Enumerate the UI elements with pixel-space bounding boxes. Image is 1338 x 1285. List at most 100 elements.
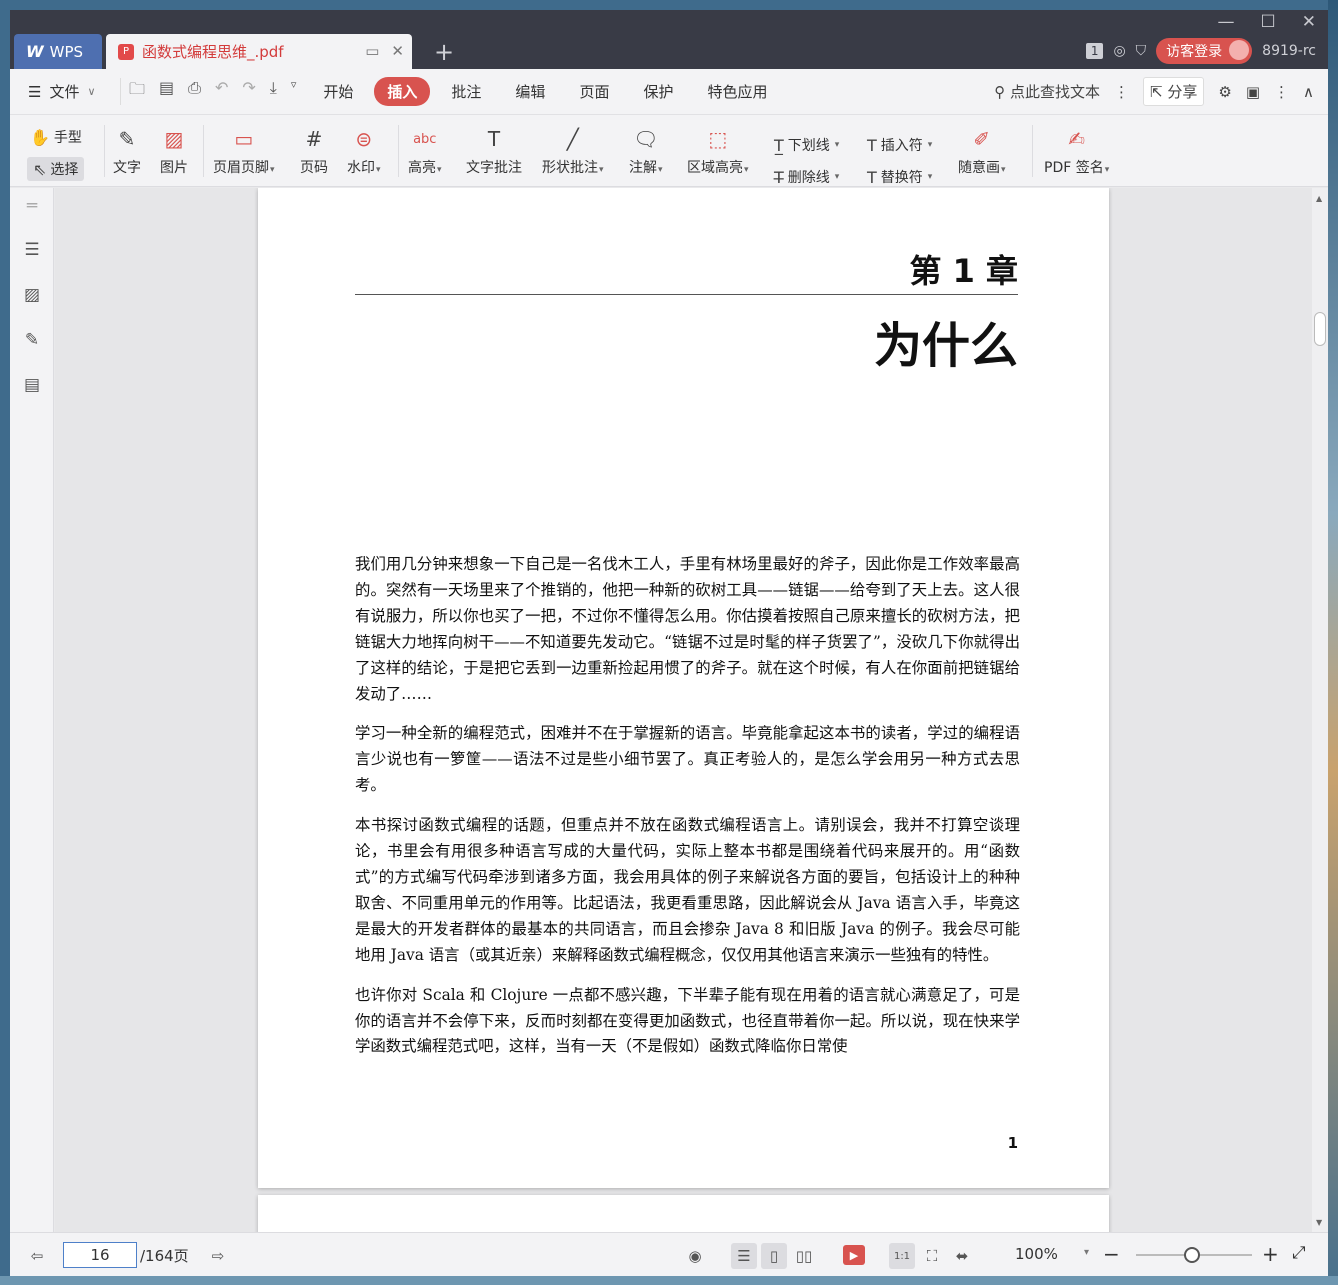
tab-protect[interactable]: 保护	[630, 77, 686, 106]
zoom-slider-knob[interactable]	[1184, 1247, 1200, 1263]
underline-button[interactable]: T̲ 下划线 ▾	[774, 135, 839, 155]
vertical-scrollbar[interactable]: ▲ ▼	[1312, 188, 1328, 1232]
share-button[interactable]: ⇱ 分享	[1143, 77, 1205, 106]
pdf-sign-label: PDF 签名	[1044, 160, 1104, 176]
highlight-button[interactable]: abc 高亮▾	[408, 125, 442, 177]
chapter-number: 第 1 章	[909, 252, 1018, 290]
hand-tool-label: 手型	[53, 130, 82, 146]
cloud-icon[interactable]: ◎	[1113, 43, 1125, 59]
export-icon[interactable]: ⤓	[270, 78, 277, 105]
select-tool-button[interactable]: ⇖ 选择	[27, 157, 85, 181]
desktop-background	[1328, 0, 1338, 1285]
text-comment-label: 文字批注	[466, 160, 522, 176]
signature-panel-icon[interactable]: ▤	[21, 375, 43, 397]
image-icon: ▨	[164, 127, 184, 151]
continuous-view-button[interactable]: ☰	[731, 1243, 757, 1269]
redo-icon[interactable]: ↷	[242, 78, 255, 105]
skin-icon[interactable]: ⛉	[1136, 43, 1147, 59]
prev-page-button[interactable]: ⇦	[24, 1243, 50, 1269]
annotation-button[interactable]: 🗨 注解▾	[629, 125, 663, 177]
panel-handle-icon[interactable]: ═	[21, 196, 43, 218]
left-side-panel: ═ ☰ ▨ ✎ ▤	[10, 188, 54, 1232]
insert-text-button[interactable]: ✎ 文字	[113, 125, 141, 177]
header-footer-button[interactable]: ▭ 页眉页脚▾	[213, 125, 275, 177]
tab-wps-home[interactable]: W WPS	[14, 34, 102, 69]
tab-insert[interactable]: 插入	[374, 77, 431, 106]
area-highlight-button[interactable]: ⬚ 区域高亮▾	[687, 125, 749, 177]
next-page-button[interactable]: ⇨	[205, 1243, 231, 1269]
freehand-button[interactable]: ✐ 随意画▾	[958, 125, 1006, 177]
insert-mark-button[interactable]: T 插入符 ▾	[867, 135, 932, 155]
save-icon[interactable]: ▤	[159, 78, 174, 105]
scroll-thumb[interactable]	[1314, 312, 1326, 346]
double-page-button[interactable]: ▯▯	[791, 1243, 817, 1269]
tab-document[interactable]: P 函数式编程思维_.pdf ▭ ✕	[106, 34, 412, 69]
watermark-button[interactable]: ⊜ 水印▾	[347, 125, 381, 177]
gear-icon[interactable]: ⚙	[1218, 83, 1231, 101]
maximize-icon[interactable]: ☐	[1261, 12, 1276, 32]
chevron-down-icon: ∨	[87, 85, 96, 98]
page-number-icon: #	[305, 127, 323, 151]
text-comment-button[interactable]: T 文字批注	[466, 125, 522, 177]
single-page-button[interactable]: ▯	[761, 1243, 787, 1269]
close-tab-icon[interactable]: ✕	[391, 42, 404, 60]
fit-width-button[interactable]: ⬌	[949, 1243, 975, 1269]
fit-page-button[interactable]: ⛶	[919, 1243, 945, 1269]
tab-edit[interactable]: 编辑	[502, 77, 558, 106]
tab-comment[interactable]: 批注	[438, 77, 494, 106]
replace-mark-button[interactable]: T 替换符 ▾	[867, 167, 932, 187]
page-number-input[interactable]: 16	[63, 1242, 137, 1268]
fullscreen-icon[interactable]: ⤢	[1292, 1243, 1306, 1263]
double-page-icon: ▯▯	[795, 1247, 813, 1265]
more-options-icon[interactable]: ⋮	[1274, 83, 1289, 101]
tab-features[interactable]: 特色应用	[694, 77, 780, 106]
minimize-icon[interactable]: —	[1218, 12, 1235, 32]
outline-icon[interactable]: ☰	[21, 240, 43, 262]
close-window-icon[interactable]: ✕	[1302, 12, 1316, 32]
new-tab-button[interactable]: +	[434, 38, 454, 66]
hand-tool-button[interactable]: ✋ 手型	[30, 127, 82, 147]
window-count-badge[interactable]: 1	[1085, 43, 1104, 59]
annotation-list-icon[interactable]: ✎	[21, 330, 43, 352]
shape-comment-button[interactable]: ╱ 形状批注▾	[542, 125, 604, 177]
tab-start[interactable]: 开始	[310, 77, 366, 106]
open-folder-icon[interactable]: 🗀	[129, 78, 145, 105]
arrow-left-icon: ⇦	[30, 1247, 44, 1265]
paragraph: 本书探讨函数式编程的话题，但重点并不放在函数式编程语言上。请别误会，我并不打算空…	[355, 816, 1020, 964]
chapter-title: 为什么	[873, 318, 1018, 374]
undo-icon[interactable]: ↶	[215, 78, 228, 105]
tab-page[interactable]: 页面	[566, 77, 622, 106]
text-pen-icon: ✎	[118, 127, 136, 151]
more-vert-icon[interactable]: ⋮	[1114, 83, 1129, 101]
chapter-divider	[355, 294, 1018, 295]
scroll-up-icon[interactable]: ▲	[1316, 194, 1322, 203]
eye-care-button[interactable]: ◉	[682, 1243, 708, 1269]
search-text[interactable]: ⚲ 点此查找文本	[994, 81, 1100, 102]
login-button[interactable]: 访客登录	[1156, 38, 1253, 64]
play-button[interactable]: ▶	[843, 1245, 865, 1265]
freehand-label: 随意画	[958, 160, 1000, 176]
print-icon[interactable]: ⎙	[188, 78, 201, 105]
zoom-in-button[interactable]: +	[1262, 1242, 1279, 1266]
page-number-button[interactable]: # 页码	[300, 125, 328, 177]
zoom-dropdown-icon[interactable]: ▾	[1084, 1247, 1089, 1258]
file-menu[interactable]: ☰ 文件 ∨	[10, 81, 120, 102]
more-quick-icon[interactable]: ▿	[291, 78, 297, 105]
scroll-down-icon[interactable]: ▼	[1316, 1218, 1322, 1227]
insert-image-button[interactable]: ▨ 图片	[160, 125, 188, 177]
text-comment-icon: T	[487, 127, 501, 151]
status-bar: ⇦ 16 /164页 ⇨ ◉ ☰ ▯ ▯▯ ▶ 1:1 ⛶ ⬌ 100% ▾ −…	[10, 1232, 1328, 1276]
replace-mark-icon: T	[867, 167, 877, 187]
document-viewport[interactable]: 第 1 章 为什么 我们用几分钟来想象一下自己是一名伐木工人，手里有林场里最好的…	[55, 188, 1312, 1232]
share-label: 分享	[1167, 83, 1198, 101]
thumbnail-icon[interactable]: ▨	[21, 285, 43, 307]
zoom-out-button[interactable]: −	[1103, 1242, 1120, 1266]
zoom-level[interactable]: 100%	[1015, 1245, 1058, 1263]
collapse-ribbon-icon[interactable]: ∧	[1303, 83, 1314, 101]
monitor-icon[interactable]: ▭	[365, 42, 379, 60]
strikethrough-button[interactable]: T̶ 删除线 ▾	[774, 167, 839, 187]
strikethrough-label: 删除线	[787, 170, 830, 186]
actual-size-button[interactable]: 1:1	[889, 1243, 915, 1269]
chat-icon[interactable]: ▣	[1246, 83, 1260, 101]
pdf-sign-button[interactable]: ✍ PDF 签名▾	[1044, 125, 1109, 177]
